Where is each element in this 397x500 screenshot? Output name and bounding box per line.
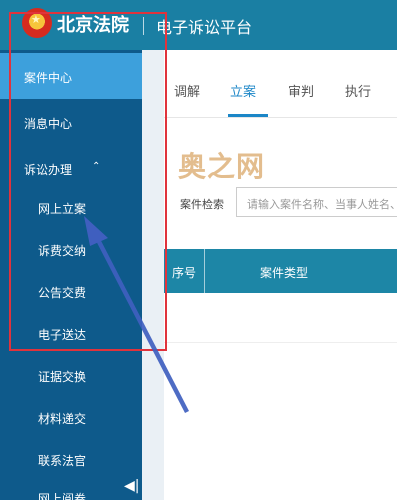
sidebar-item-label: 网上阅卷 (38, 492, 87, 500)
sidebar-item-label: 证据交换 (38, 370, 87, 384)
sidebar-item-label: 诉讼办理 (24, 163, 73, 177)
court-emblem-icon (22, 8, 52, 38)
brand-title: 北京法院 (57, 15, 129, 36)
sidebar-item-e-service[interactable]: 电子送达 (0, 310, 142, 356)
table-row-divider (164, 342, 397, 343)
sidebar-item-label: 公告交费 (38, 286, 87, 300)
sidebar: 案件中心 消息中心 诉讼办理 ⌃ 网上立案 诉费交纳 公告交费 电子送达 证据交… (0, 50, 142, 500)
search-input[interactable]: 请输入案件名称、当事人姓名、 (236, 187, 397, 217)
main-content: 调解 立案 审判 执行 案件检索 请输入案件名称、当事人姓名、 序号 案件类型 (142, 50, 397, 500)
column-header-number: 序号 (172, 266, 197, 280)
sidebar-item-label: 联系法官 (38, 454, 87, 468)
sidebar-item-label: 案件中心 (24, 71, 73, 85)
sidebar-item-label: 电子送达 (38, 328, 87, 342)
sidebar-item-case-center[interactable]: 案件中心 (0, 53, 142, 99)
tab-filing[interactable]: 立案 (230, 81, 256, 100)
chevron-up-icon: ⌃ (92, 161, 101, 172)
tab-execution[interactable]: 执行 (345, 81, 371, 100)
sidebar-item-label: 材料递交 (38, 412, 87, 426)
sidebar-item-fee-payment[interactable]: 诉费交纳 (0, 226, 142, 272)
collapse-sidebar-icon[interactable]: ◀| (124, 478, 139, 494)
app-window: 北京法院 电子诉讼平台 案件中心 消息中心 诉讼办理 ⌃ 网上立案 诉费交纳 公… (0, 0, 397, 500)
sidebar-item-material-submit[interactable]: 材料递交 (0, 394, 142, 440)
sidebar-item-online-filing[interactable]: 网上立案 (0, 184, 142, 230)
sidebar-item-label: 网上立案 (38, 202, 87, 216)
sidebar-item-label: 诉费交纳 (38, 244, 87, 258)
sidebar-item-online-file-review[interactable]: 网上阅卷 (0, 474, 142, 500)
header-divider (143, 17, 144, 35)
table-header: 序号 案件类型 (164, 249, 397, 293)
watermark: 奥之网 (178, 150, 266, 183)
sidebar-item-message-center[interactable]: 消息中心 (0, 99, 142, 145)
content-gutter (142, 50, 164, 500)
tab-trial[interactable]: 审判 (288, 81, 314, 100)
top-header: 北京法院 电子诉讼平台 (0, 0, 397, 50)
column-header-case-type: 案件类型 (260, 266, 309, 280)
search-label: 案件检索 (180, 198, 224, 211)
tab-mediation[interactable]: 调解 (174, 81, 200, 100)
platform-title: 电子诉讼平台 (156, 18, 253, 37)
case-tabs: 调解 立案 审判 执行 (164, 50, 397, 118)
active-tab-indicator (228, 114, 268, 117)
sidebar-item-notice-fee[interactable]: 公告交费 (0, 268, 142, 314)
sidebar-item-label: 消息中心 (24, 117, 73, 131)
sidebar-item-evidence-exchange[interactable]: 证据交换 (0, 352, 142, 398)
column-divider (204, 249, 205, 293)
